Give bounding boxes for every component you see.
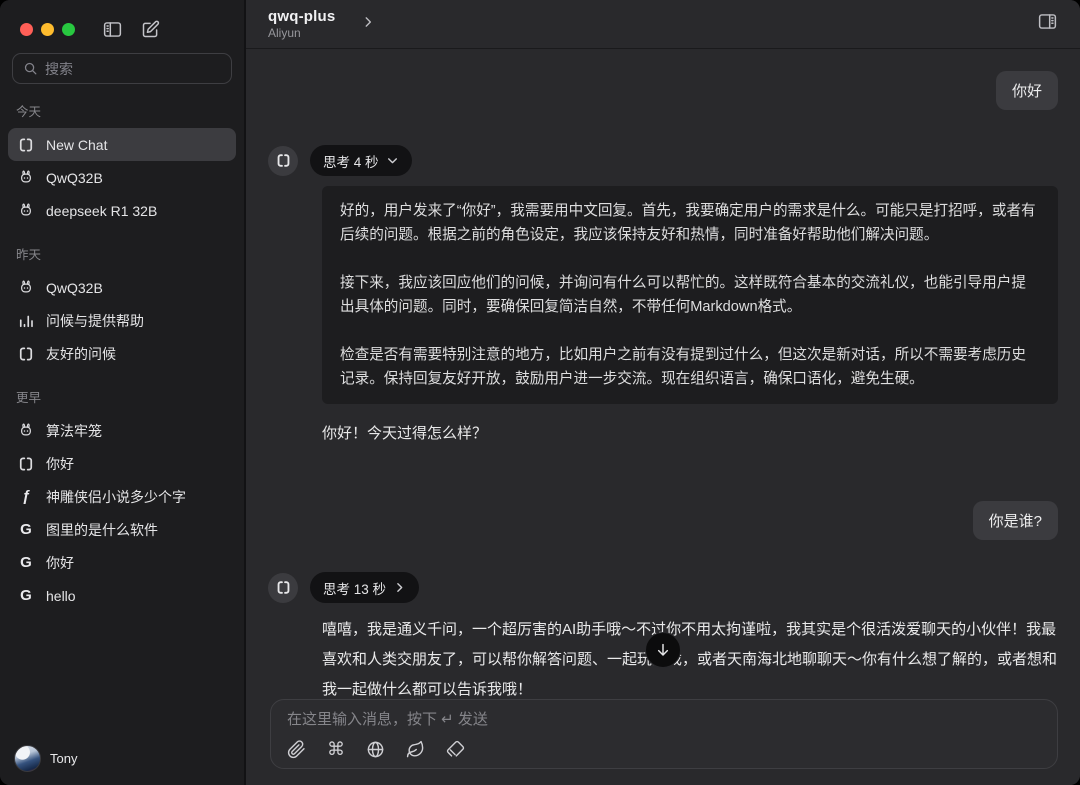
sidebar-item-qwq32b-yesterday[interactable]: QwQ32B <box>8 271 236 304</box>
sidebar-item-label: 算法牢笼 <box>46 421 102 441</box>
chevron-right-icon <box>361 15 375 34</box>
sidebar-item-hello[interactable]: G hello <box>8 579 236 612</box>
globe-icon[interactable] <box>366 740 385 759</box>
model-name: qwq-plus <box>268 8 335 25</box>
thinking-paragraph: 接下来，我应该回应他们的问候，并询问有什么可以帮忙的。这样既符合基本的交流礼仪，… <box>340 271 1040 319</box>
chat-history-list: 今天 New Chat QwQ32B deepseek R1 32B 昨天 <box>0 84 244 733</box>
chat-header: qwq-plus Aliyun <box>246 0 1080 49</box>
g-letter-icon: G <box>17 521 35 539</box>
user-message-bubble: 你好 <box>996 71 1058 110</box>
sidebar-item-nihao-g[interactable]: G 你好 <box>8 546 236 579</box>
ollama-icon <box>17 279 35 297</box>
search-placeholder: 搜索 <box>45 59 73 79</box>
sidebar-item-new-chat[interactable]: New Chat <box>8 128 236 161</box>
section-label-yesterday: 昨天 <box>8 227 236 271</box>
minimize-window-button[interactable] <box>41 23 54 36</box>
sidebar-item-what-software[interactable]: G 图里的是什么软件 <box>8 513 236 546</box>
zoom-window-button[interactable] <box>62 23 75 36</box>
toggle-right-panel-icon[interactable] <box>1037 11 1058 32</box>
model-picker[interactable]: qwq-plus Aliyun <box>268 8 375 40</box>
section-label-earlier: 更早 <box>8 370 236 414</box>
message-list: 你好 思考 4 秒 好的，用户发来了“你好”，我需要用中文回复。首先，我要确定用… <box>246 49 1080 699</box>
app-window: 搜索 今天 New Chat QwQ32B deepseek R1 <box>0 0 1080 785</box>
arrow-down-icon <box>655 642 671 658</box>
sidebar-item-label: QwQ32B <box>46 280 103 296</box>
search-input[interactable]: 搜索 <box>12 53 232 84</box>
chat-brackets-icon <box>17 345 35 363</box>
traffic-lights <box>20 23 75 36</box>
message-composer: ⌘ <box>270 699 1058 769</box>
sidebar-item-greeting-help[interactable]: 问候与提供帮助 <box>8 304 236 337</box>
sidebar-item-label: 图里的是什么软件 <box>46 520 158 540</box>
sidebar-item-label: hello <box>46 588 76 604</box>
ollama-icon <box>17 202 35 220</box>
model-provider: Aliyun <box>268 26 335 40</box>
sidebar-item-friendly-greeting[interactable]: 友好的问候 <box>8 337 236 370</box>
window-titlebar <box>0 0 244 40</box>
toggle-sidebar-icon[interactable] <box>102 19 123 40</box>
scroll-to-bottom-button[interactable] <box>645 632 681 668</box>
user-name: Tony <box>50 751 77 766</box>
ollama-icon <box>17 422 35 440</box>
chat-brackets-icon <box>275 579 292 596</box>
chevron-down-icon <box>386 154 399 167</box>
florin-icon: ƒ <box>17 488 35 506</box>
paperclip-icon[interactable] <box>287 740 306 759</box>
sidebar-item-novel-wordcount[interactable]: ƒ 神雕侠侣小说多少个字 <box>8 480 236 513</box>
chat-brackets-icon <box>275 152 292 169</box>
sidebar-item-label: QwQ32B <box>46 170 103 186</box>
sidebar-item-label: 你好 <box>46 553 74 573</box>
chat-main: qwq-plus Aliyun 你好 <box>246 0 1080 785</box>
search-icon <box>23 61 38 76</box>
assistant-reply: 你好！今天过得怎么样？ <box>322 419 1058 449</box>
sidebar-item-label: New Chat <box>46 137 107 153</box>
thinking-content-panel: 好的，用户发来了“你好”，我需要用中文回复。首先，我要确定用户的需求是什么。可能… <box>322 186 1058 404</box>
thinking-toggle-chip[interactable]: 思考 13 秒 <box>310 572 419 603</box>
sidebar-item-label: 问候与提供帮助 <box>46 311 144 331</box>
thinking-label: 思考 13 秒 <box>323 578 386 598</box>
chat-brackets-icon <box>17 136 35 154</box>
g-letter-icon: G <box>17 554 35 572</box>
leaf-icon[interactable] <box>406 740 425 759</box>
sidebar-item-qwq32b-today[interactable]: QwQ32B <box>8 161 236 194</box>
chat-brackets-icon <box>17 455 35 473</box>
user-message-bubble: 你是谁? <box>973 501 1058 540</box>
assistant-avatar <box>268 573 298 603</box>
command-icon[interactable]: ⌘ <box>327 740 345 759</box>
eraser-icon[interactable] <box>446 740 465 759</box>
sidebar-item-nihao-brackets[interactable]: 你好 <box>8 447 236 480</box>
sidebar-item-label: 你好 <box>46 454 74 474</box>
message-input[interactable] <box>287 711 1041 728</box>
thinking-paragraph: 好的，用户发来了“你好”，我需要用中文回复。首先，我要确定用户的需求是什么。可能… <box>340 199 1040 247</box>
thinking-label: 思考 4 秒 <box>323 151 379 171</box>
sidebar-item-label: 友好的问候 <box>46 344 116 364</box>
thinking-paragraph: 检查是否有需要特别注意的地方，比如用户之前有没有提到过什么，但这次是新对话，所以… <box>340 343 1040 391</box>
section-label-today: 今天 <box>8 84 236 128</box>
g-letter-icon: G <box>17 587 35 605</box>
assistant-avatar <box>268 146 298 176</box>
close-window-button[interactable] <box>20 23 33 36</box>
sidebar-item-algorithm-cage[interactable]: 算法牢笼 <box>8 414 236 447</box>
ollama-icon <box>17 169 35 187</box>
new-chat-compose-icon[interactable] <box>140 19 161 40</box>
chevron-right-icon <box>393 581 406 594</box>
sidebar-item-label: 神雕侠侣小说多少个字 <box>46 487 186 507</box>
sidebar-item-deepseek-r1[interactable]: deepseek R1 32B <box>8 194 236 227</box>
assistant-reply: 嘻嘻，我是通义千问，一个超厉害的AI助手哦～不过你不用太拘谨啦，我其实是个很活泼… <box>322 615 1058 699</box>
sidebar: 搜索 今天 New Chat QwQ32B deepseek R1 <box>0 0 246 785</box>
user-avatar <box>14 745 41 772</box>
thinking-toggle-chip[interactable]: 思考 4 秒 <box>310 145 412 176</box>
sidebar-item-label: deepseek R1 32B <box>46 203 157 219</box>
user-profile[interactable]: Tony <box>0 733 244 785</box>
bar-chart-icon <box>17 312 35 330</box>
